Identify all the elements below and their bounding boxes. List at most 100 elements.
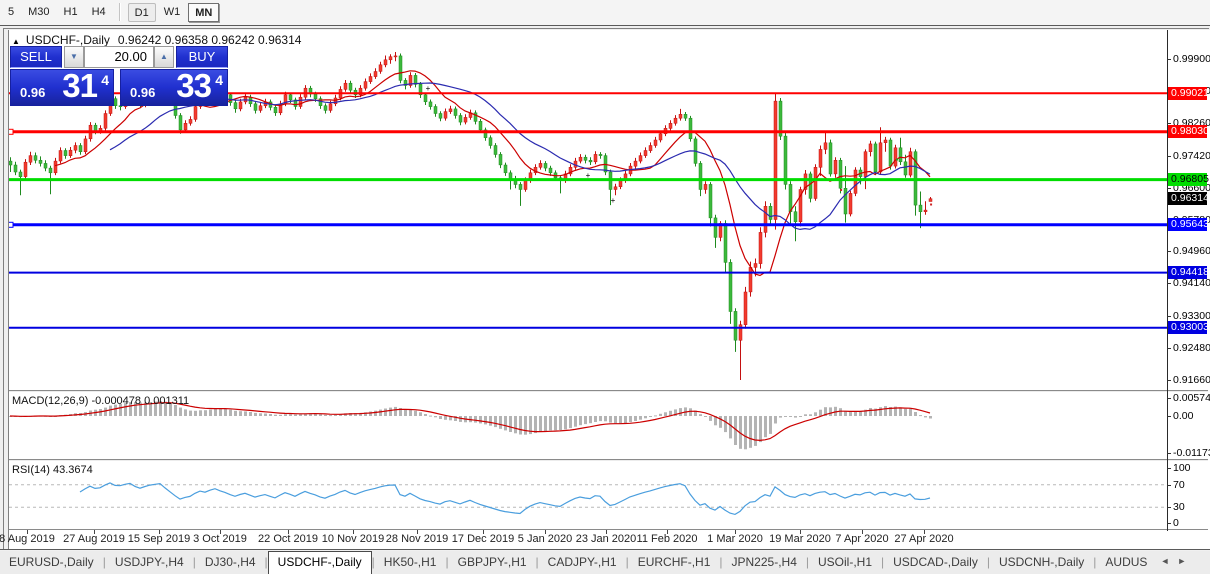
time-axis-label: 8 Aug 2019 (0, 533, 55, 545)
timeframe-button-m30[interactable]: M30 (22, 3, 55, 20)
rsi-axis-tick (1167, 468, 1171, 469)
time-axis-label: 19 Mar 2020 (769, 533, 831, 545)
macd-label: MACD(12,26,9) -0.000478 0.001311 (12, 395, 189, 407)
price-axis-tick (1167, 380, 1171, 381)
price-axis-label: 0.91660 (1173, 374, 1210, 386)
chevron-up-icon: ▲ (160, 52, 168, 61)
chart-ohlc-values: 0.96242 0.96358 0.96242 0.96314 (118, 33, 302, 47)
time-axis-label: 11 Feb 2020 (637, 533, 698, 545)
buy-button[interactable]: BUY (176, 46, 228, 68)
tab-usdjpy-h4[interactable]: USDJPY-,H4 (106, 551, 193, 574)
macd-main-value: -0.000478 (91, 395, 141, 407)
tab-gbpjpy-h1[interactable]: GBPJPY-,H1 (449, 551, 536, 574)
price-axis-tick (1167, 123, 1171, 124)
time-axis-label: 17 Dec 2019 (452, 533, 514, 545)
macd-axis-tick (1167, 416, 1171, 417)
time-axis-label: 10 Nov 2019 (322, 533, 384, 545)
hline-price-badge: 0.95643 (1168, 218, 1207, 231)
price-axis-label: 0.94140 (1173, 277, 1210, 289)
rsi-pane[interactable] (9, 462, 1167, 529)
window-frame-bottom (0, 549, 1210, 550)
window-frame-top (3, 28, 1209, 29)
timeframe-button-h4[interactable]: H4 (86, 3, 112, 20)
window-frame-left-outer (3, 28, 4, 549)
buy-price-big: 33 (176, 67, 211, 105)
tab-audus[interactable]: AUDUS (1096, 551, 1156, 574)
terminal-window: 5M30H1H4D1W1MN +++▪▪▪ ▲USDCHF-,Daily0.96… (0, 0, 1210, 574)
rsi-name: RSI(14) (12, 464, 50, 476)
tab-eurchf-h1[interactable]: EURCHF-,H1 (629, 551, 720, 574)
hline-price-badge: 0.99021 (1168, 87, 1207, 100)
timeframe-button-d1[interactable]: D1 (128, 3, 156, 22)
chart-symbol-label: USDCHF-,Daily (26, 33, 110, 47)
sell-button[interactable]: SELL (10, 46, 62, 68)
hline-price-badge: 0.94418 (1168, 266, 1207, 279)
one-click-trading-panel: SELL ▼ 20.00 ▲ BUY 0.96 31 4 0.96 33 4 (10, 46, 228, 106)
hline-price-badge: 0.93003 (1168, 321, 1207, 334)
time-axis-label: 27 Apr 2020 (894, 533, 953, 545)
tab-usoil-h1[interactable]: USOil-,H1 (809, 551, 881, 574)
macd-axis-tick (1167, 453, 1171, 454)
sell-price-big: 31 (62, 67, 97, 105)
sell-price-pip: 4 (101, 72, 109, 88)
volume-input[interactable]: 20.00 (84, 46, 154, 68)
rsi-axis-tick (1167, 485, 1171, 486)
price-axis-tick (1167, 283, 1171, 284)
price-axis-label: 0.97420 (1173, 150, 1210, 162)
sell-price-box[interactable]: 0.96 31 4 (10, 69, 114, 106)
rsi-axis-tick (1167, 507, 1171, 508)
sell-price-prefix: 0.96 (20, 85, 45, 100)
tab-dj30-h4[interactable]: DJ30-,H4 (196, 551, 265, 574)
current-price-badge: 0.96314 (1168, 192, 1207, 205)
macd-axis-label: -0.011738 (1173, 447, 1210, 459)
timeframe-button-5[interactable]: 5 (2, 3, 20, 20)
chart-title: ▲ USDCHF-,Daily 0.96242 0.96358 0.96242 0.… (12, 33, 301, 47)
tab-jpn225-h4[interactable]: JPN225-,H4 (723, 551, 806, 574)
tab-usdchf-daily[interactable]: USDCHF-,Daily (268, 551, 372, 574)
scroll-tabs-left-icon[interactable]: ◄ (1156, 551, 1173, 566)
tab-hk50-h1[interactable]: HK50-,H1 (375, 551, 446, 574)
time-axis-label: 1 Mar 2020 (707, 533, 763, 545)
macd-signal-value: 0.001311 (144, 395, 189, 407)
timeframe-button-w1[interactable]: W1 (158, 3, 187, 20)
chart-tab-bar: EURUSD-,Daily|USDJPY-,H4|DJ30-,H4|USDCHF… (0, 551, 1210, 574)
rsi-axis-label: 30 (1173, 501, 1185, 513)
scroll-tabs-right-icon[interactable]: ► (1173, 551, 1190, 566)
price-axis-label: 0.99900 (1173, 53, 1210, 65)
tab-usdcnh-daily[interactable]: USDCNH-,Daily (990, 551, 1093, 574)
rsi-value: 43.3674 (53, 464, 93, 476)
rsi-axis-label: 70 (1173, 479, 1185, 491)
tab-usdcad-daily[interactable]: USDCAD-,Daily (884, 551, 987, 574)
price-axis-tick (1167, 188, 1171, 189)
volume-increase-button[interactable]: ▲ (154, 46, 174, 68)
tab-eurusd-daily[interactable]: EURUSD-,Daily (0, 551, 103, 574)
rsi-axis-label: 0 (1173, 517, 1179, 529)
collapse-panel-icon[interactable]: ▲ (12, 37, 20, 46)
time-axis-label: 23 Jan 2020 (576, 533, 637, 545)
time-axis-separator (9, 529, 1208, 530)
price-axis-label: 0.94960 (1173, 245, 1210, 257)
price-axis-tick (1167, 156, 1171, 157)
time-axis-label: 27 Aug 2019 (63, 533, 125, 545)
time-axis-label: 3 Oct 2019 (193, 533, 247, 545)
macd-axis-label: 0.00 (1173, 410, 1193, 422)
buy-price-pip: 4 (215, 72, 223, 88)
time-axis-label: 22 Oct 2019 (258, 533, 318, 545)
buy-price-prefix: 0.96 (130, 85, 155, 100)
time-axis-label: 5 Jan 2020 (518, 533, 572, 545)
macd-axis-tick (1167, 398, 1171, 399)
rsi-axis-label: 100 (1173, 462, 1191, 474)
volume-decrease-button[interactable]: ▼ (64, 46, 84, 68)
time-axis-label: 28 Nov 2019 (386, 533, 448, 545)
timeframe-button-mn[interactable]: MN (188, 3, 219, 22)
timeframe-button-h1[interactable]: H1 (58, 3, 84, 20)
price-axis-tick (1167, 251, 1171, 252)
rsi-axis-tick (1167, 523, 1171, 524)
buy-price-box[interactable]: 0.96 33 4 (120, 69, 228, 106)
rsi-label: RSI(14) 43.3674 (12, 464, 93, 476)
hline-price-badge: 0.96805 (1168, 173, 1207, 186)
tab-cadjpy-h1[interactable]: CADJPY-,H1 (539, 551, 626, 574)
chevron-down-icon: ▼ (70, 52, 78, 61)
toolbar-separator (119, 3, 121, 21)
macd-name: MACD(12,26,9) (12, 395, 88, 407)
